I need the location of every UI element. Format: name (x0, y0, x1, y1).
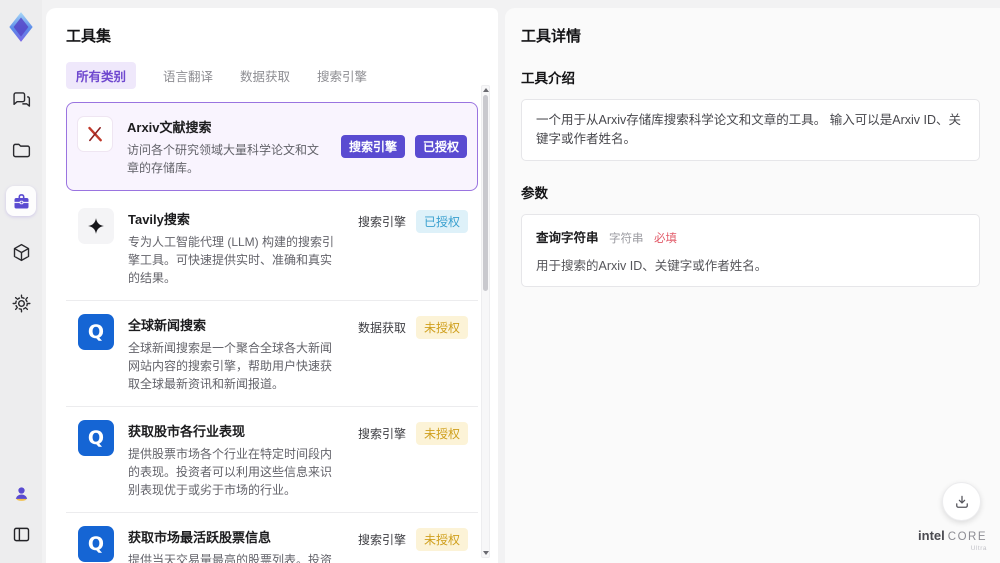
tab-language-translation[interactable]: 语言翻译 (163, 62, 213, 89)
arxiv-icon (77, 116, 113, 152)
tool-name: Arxiv文献搜索 (127, 120, 212, 135)
icon-rail (0, 0, 42, 563)
param-name: 查询字符串 (536, 230, 599, 245)
scroll-up-icon[interactable] (482, 88, 489, 92)
param-type: 字符串 (609, 232, 644, 245)
tool-category: 搜索引擎 (357, 215, 406, 229)
param-required-badge: 必填 (653, 232, 677, 245)
param-card: 查询字符串 字符串 必填 用于搜索的Arxiv ID、关键字或作者姓名。 (521, 213, 980, 287)
chat-icon[interactable] (6, 84, 36, 114)
toolbox-icon-active[interactable] (6, 186, 36, 216)
download-icon (955, 495, 968, 508)
tool-status-badge: 未授权 (415, 528, 468, 551)
news-search-icon: Q (78, 420, 114, 456)
tool-card[interactable]: Q 获取市场最活跃股票信息 提供当天交易量最高的股票列表。投资者可以利用这些信息… (66, 513, 478, 563)
tool-description: 专为人工智能代理 (LLM) 构建的搜索引擎工具。可快速提供实时、准确和真实的结… (128, 235, 335, 285)
intel-core-logo: intel CORE Ultra (918, 527, 987, 552)
sidebar-toggle-icon[interactable] (6, 519, 36, 549)
tool-card[interactable]: Q 全球新闻搜索 全球新闻搜索是一个聚合全球各大新闻网站内容的搜索引擎，帮助用户… (66, 301, 478, 407)
tab-all-categories[interactable]: 所有类别 (66, 62, 137, 89)
intro-text: 一个用于从Arxiv存储库搜索科学论文和文章的工具。 输入可以是Arxiv ID… (521, 99, 980, 161)
news-search-icon: Q (78, 526, 114, 562)
tab-data-fetch[interactable]: 数据获取 (240, 62, 290, 89)
params-heading: 参数 (521, 185, 548, 201)
tool-description: 提供股票市场各个行业在特定时间段内的表现。投资者可以利用这些信息来识别表现优于或… (128, 447, 333, 497)
tool-status-badge: 已授权 (414, 135, 467, 158)
tool-description: 提供当天交易量最高的股票列表。投资者可以利用这些信息来识别流动性强的股票和潜在的… (128, 553, 333, 563)
param-desc: 用于搜索的Arxiv ID、关键字或作者姓名。 (536, 258, 768, 273)
scroll-down-icon[interactable] (482, 551, 489, 555)
rail-nav (6, 84, 36, 318)
tool-name: 获取市场最活跃股票信息 (128, 530, 272, 545)
app-logo-icon[interactable] (4, 10, 38, 44)
tool-list-panel: 工具集 所有类别 语言翻译 数据获取 搜索引擎 Arxiv文献搜索 访问各个研究… (46, 8, 498, 563)
tool-description: 全球新闻搜索是一个聚合全球各大新闻网站内容的搜索引擎，帮助用户快速获取全球最新资… (128, 341, 333, 391)
tool-description: 访问各个研究领域大量科学论文和文章的存储库。 (127, 143, 320, 175)
package-icon[interactable] (6, 237, 36, 267)
tool-name: 获取股市各行业表现 (128, 424, 246, 439)
scrollbar[interactable] (481, 85, 490, 558)
tool-status-badge: 已授权 (415, 210, 468, 233)
tool-category: 搜索引擎 (357, 427, 406, 441)
sparkle-icon (78, 208, 114, 244)
settings-gear-icon[interactable] (6, 288, 36, 318)
rail-bottom (6, 478, 36, 549)
tab-search-engine[interactable]: 搜索引擎 (317, 62, 367, 89)
news-search-icon: Q (78, 314, 114, 350)
scrollbar-thumb[interactable] (483, 95, 488, 291)
tool-status-badge: 未授权 (415, 422, 468, 445)
tool-list: Arxiv文献搜索 访问各个研究领域大量科学论文和文章的存储库。 搜索引擎 已授… (66, 102, 478, 563)
user-avatar-icon[interactable] (6, 478, 36, 508)
tool-category: 搜索引擎 (340, 135, 405, 158)
tool-detail-panel: 工具详情 工具介绍 一个用于从Arxiv存储库搜索科学论文和文章的工具。 输入可… (505, 8, 1000, 563)
category-tabs: 所有类别 语言翻译 数据获取 搜索引擎 (66, 62, 478, 89)
tool-card[interactable]: Arxiv文献搜索 访问各个研究领域大量科学论文和文章的存储库。 搜索引擎 已授… (66, 102, 478, 191)
tool-category: 数据获取 (357, 321, 406, 335)
tool-name: Tavily搜索 (128, 212, 190, 227)
detail-title: 工具详情 (521, 28, 582, 45)
page-title: 工具集 (66, 28, 112, 45)
tool-card[interactable]: Q 获取股市各行业表现 提供股票市场各个行业在特定时间段内的表现。投资者可以利用… (66, 407, 478, 513)
app-window: 工具集 所有类别 语言翻译 数据获取 搜索引擎 Arxiv文献搜索 访问各个研究… (0, 0, 1000, 563)
tool-status-badge: 未授权 (415, 316, 468, 339)
intro-heading: 工具介绍 (521, 71, 575, 86)
tool-category: 搜索引擎 (357, 533, 406, 547)
folder-icon[interactable] (6, 135, 36, 165)
download-button[interactable] (942, 482, 981, 521)
tool-name: 全球新闻搜索 (128, 318, 207, 333)
param-head: 查询字符串 字符串 必填 (536, 227, 965, 246)
tool-card[interactable]: Tavily搜索 专为人工智能代理 (LLM) 构建的搜索引擎工具。可快速提供实… (66, 195, 478, 301)
